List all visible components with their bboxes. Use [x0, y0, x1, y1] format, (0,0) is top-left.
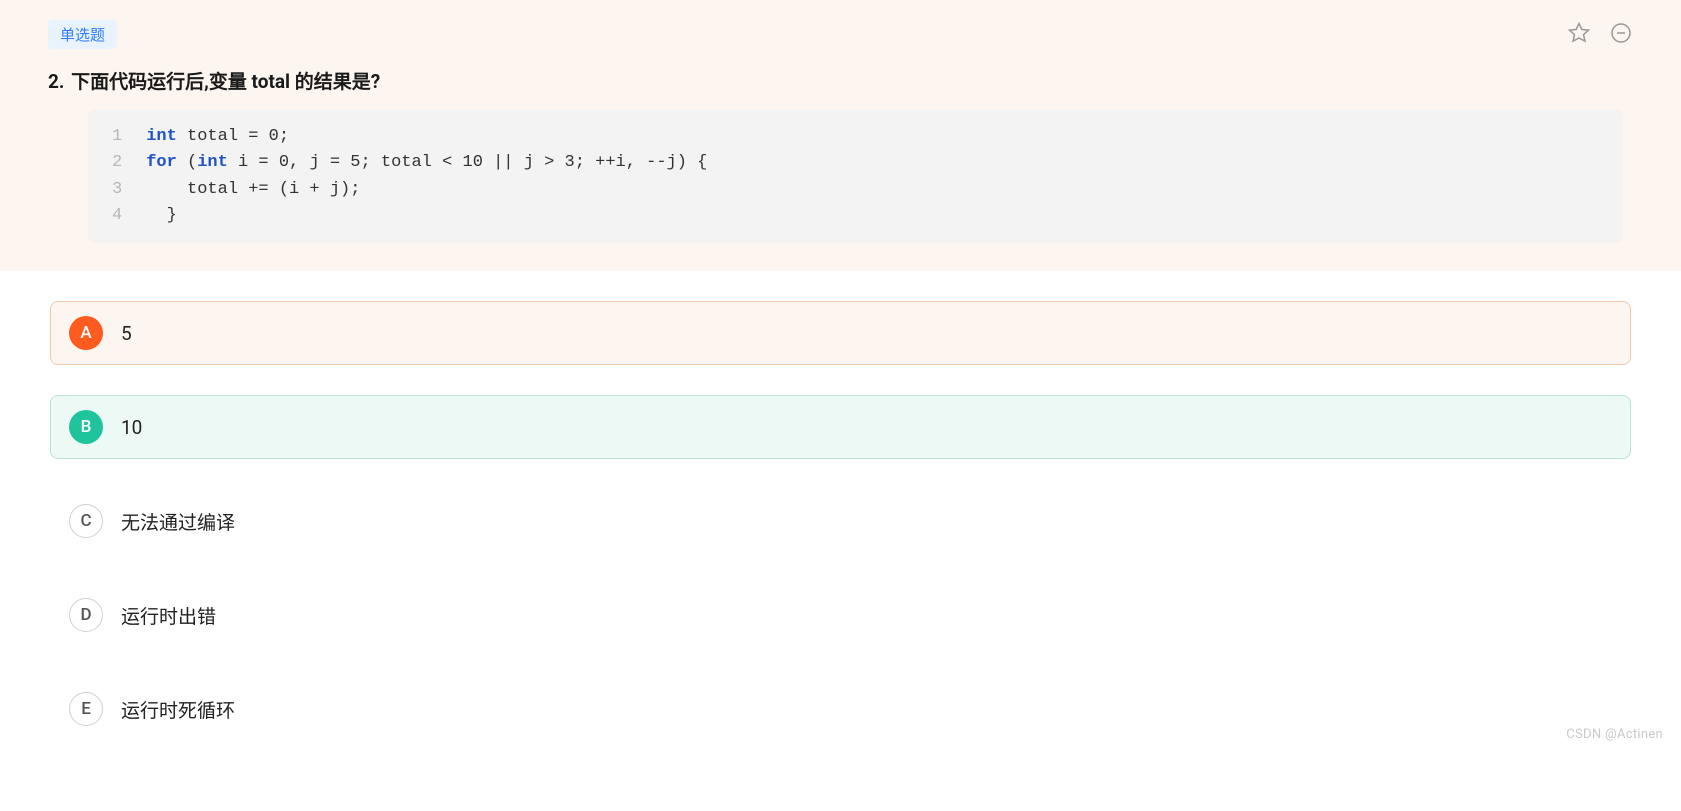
watermark: CSDN @Actinen [1566, 727, 1663, 742]
option-text: 运行时出错 [121, 602, 216, 629]
option-text: 5 [121, 322, 132, 345]
line-number: 4 [112, 203, 122, 229]
line-number: 2 [112, 150, 122, 176]
code-line: } [146, 203, 707, 229]
question-type-tag[interactable]: 单选题 [48, 20, 117, 49]
code-gutter: 1 2 3 4 [88, 124, 146, 229]
option-badge: C [69, 504, 103, 538]
top-icons [1567, 21, 1633, 49]
code-block: 1 2 3 4 int total = 0; for (int i = 0, j… [88, 110, 1623, 243]
tag-row: 单选题 [48, 20, 1633, 49]
minus-circle-icon[interactable] [1609, 21, 1633, 49]
option-d[interactable]: D 运行时出错 [50, 583, 1631, 647]
option-text: 无法通过编译 [121, 508, 235, 535]
question-title: 2. 下面代码运行后,变量 total 的结果是? [48, 67, 1633, 94]
code-line: total += (i + j); [146, 177, 707, 203]
option-c[interactable]: C 无法通过编译 [50, 489, 1631, 553]
question-card: 单选题 2. 下面代码运行后,变量 total 的结果是? 1 2 3 4 in… [0, 0, 1681, 271]
star-icon[interactable] [1567, 21, 1591, 49]
option-b[interactable]: B 10 [50, 395, 1631, 459]
option-e[interactable]: E 运行时死循环 [50, 677, 1631, 741]
option-badge: E [69, 692, 103, 726]
option-badge: A [69, 316, 103, 350]
answers-list: A 5 B 10 C 无法通过编译 D 运行时出错 E 运行时死循环 [0, 301, 1681, 811]
option-badge: B [69, 410, 103, 444]
question-text: 下面代码运行后,变量 total 的结果是? [71, 70, 380, 93]
code-lines: int total = 0; for (int i = 0, j = 5; to… [146, 124, 707, 229]
code-line: for (int i = 0, j = 5; total < 10 || j >… [146, 150, 707, 176]
option-badge: D [69, 598, 103, 632]
option-text: 运行时死循环 [121, 696, 235, 723]
code-line: int total = 0; [146, 124, 707, 150]
line-number: 1 [112, 124, 122, 150]
option-text: 10 [121, 416, 142, 439]
option-a[interactable]: A 5 [50, 301, 1631, 365]
line-number: 3 [112, 177, 122, 203]
question-number: 2. [48, 70, 64, 93]
